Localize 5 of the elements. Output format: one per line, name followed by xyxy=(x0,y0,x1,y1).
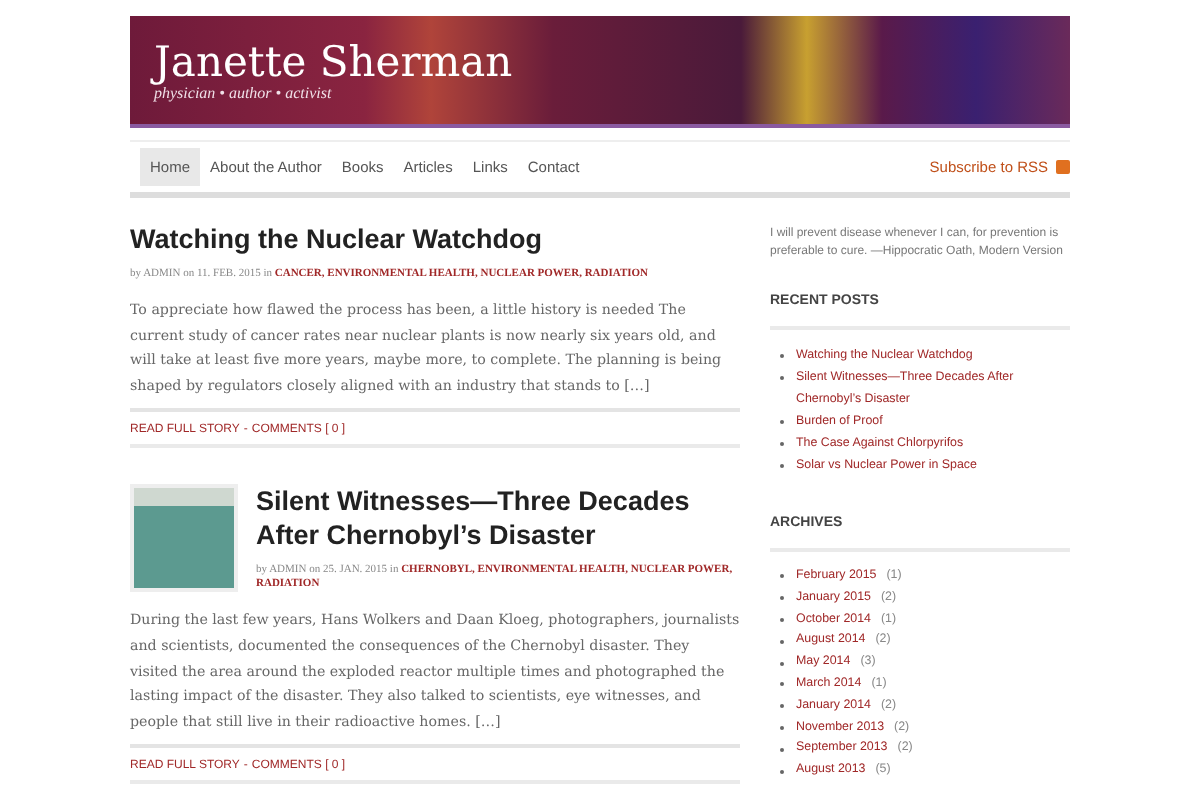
site-tagline: physician • author • activist xyxy=(154,83,332,101)
photo-placeholder[interactable] xyxy=(130,484,238,593)
post-title[interactable]: Silent Witnesses—Three Decades After Chernobyl’s Disaster xyxy=(256,484,740,553)
site-title[interactable]: Janette Sherman xyxy=(154,39,513,83)
post-title[interactable]: Watching the Nuclear Watchdog xyxy=(130,222,649,256)
